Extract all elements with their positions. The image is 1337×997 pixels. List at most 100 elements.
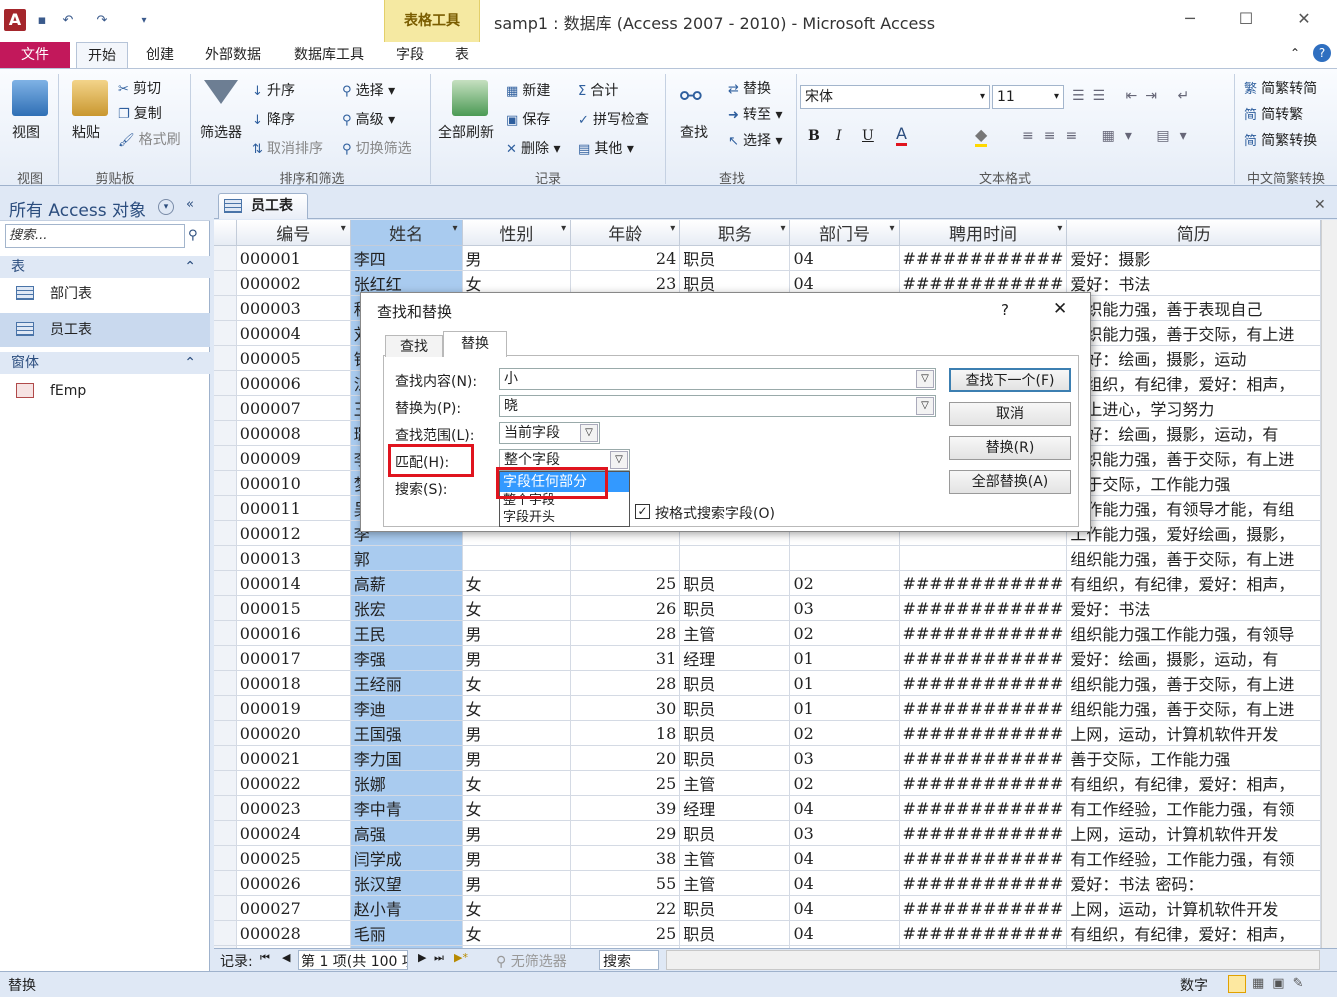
resume-cell[interactable]: 善于交际，工作能力强 bbox=[1066, 745, 1321, 771]
replace-button[interactable]: ⇄ 替换 bbox=[728, 78, 771, 98]
refresh-all-button[interactable]: 全部刷新 bbox=[438, 122, 494, 142]
gender-cell[interactable]: 女 bbox=[462, 770, 572, 796]
title-cell[interactable]: 经理 bbox=[679, 795, 791, 821]
hire-date-cell[interactable]: ############ bbox=[899, 770, 1068, 796]
record-selector[interactable] bbox=[214, 395, 237, 421]
resume-cell[interactable]: 组织能力强，善于交际，有上进 bbox=[1066, 545, 1321, 571]
record-selector[interactable] bbox=[214, 695, 237, 721]
age-cell[interactable]: 39 bbox=[570, 795, 681, 821]
table-row[interactable]: 000013 郭 组织能力强，善于交际，有上进 bbox=[214, 545, 1321, 571]
tab-external-data[interactable]: 外部数据 bbox=[192, 42, 274, 69]
hire-date-cell[interactable]: ############ bbox=[899, 920, 1068, 946]
id-cell[interactable]: 000002 bbox=[236, 270, 351, 296]
table-row[interactable]: 000028 毛丽女 25 职员 04 ############ 有组织，有纪律，爱好：相声… bbox=[214, 920, 1321, 946]
last-record-button[interactable]: ⏭ bbox=[434, 951, 444, 965]
resume-cell[interactable]: 爱好：书法 密码： bbox=[1066, 870, 1321, 896]
hire-date-cell[interactable]: ############ bbox=[899, 570, 1068, 596]
chevron-down-icon[interactable]: ▽ bbox=[916, 370, 934, 388]
resume-cell[interactable]: 爱好：绘画，摄影，运动，有 bbox=[1066, 645, 1321, 671]
record-selector[interactable] bbox=[214, 495, 237, 521]
hire-date-cell[interactable]: ############ bbox=[899, 745, 1068, 771]
resume-cell[interactable]: 有组织，有纪律，爱好：相声， bbox=[1066, 570, 1321, 596]
id-cell[interactable]: 000001 bbox=[236, 245, 351, 271]
id-cell[interactable]: 000003 bbox=[236, 295, 351, 321]
age-cell[interactable] bbox=[570, 545, 681, 571]
resume-cell[interactable]: 有组织，有纪律，爱好：相声， bbox=[1066, 770, 1321, 796]
record-selector[interactable] bbox=[214, 595, 237, 621]
title-cell[interactable]: 主管 bbox=[679, 770, 791, 796]
age-cell[interactable]: 20 bbox=[570, 745, 681, 771]
age-cell[interactable]: 55 bbox=[570, 870, 681, 896]
to-traditional-button[interactable]: 繁 简繁转简 bbox=[1244, 78, 1317, 98]
table-row[interactable]: 000019 李迪女 30 职员 01 ############ 组织能力强，善于交际，有上… bbox=[214, 695, 1321, 721]
format-painter-button[interactable]: 🖌 格式刷 bbox=[118, 129, 181, 149]
title-cell[interactable]: 职员 bbox=[679, 720, 791, 746]
hire-date-cell[interactable]: ############ bbox=[899, 845, 1068, 871]
next-record-button[interactable]: ▶ bbox=[418, 951, 426, 964]
id-cell[interactable]: 000021 bbox=[236, 745, 351, 771]
record-selector[interactable] bbox=[214, 620, 237, 646]
selection-button[interactable]: ⚲ 选择 ▾ bbox=[342, 80, 395, 100]
record-selector[interactable] bbox=[214, 795, 237, 821]
record-selector[interactable] bbox=[214, 770, 237, 796]
tab-home[interactable]: 开始 bbox=[76, 42, 128, 69]
list-format-icons[interactable]: ☰☰ ⇤⇥ ↵ bbox=[1072, 88, 1197, 104]
delete-record-button[interactable]: ✕ 删除 ▾ bbox=[506, 138, 561, 158]
gender-cell[interactable]: 女 bbox=[462, 920, 572, 946]
minimize-button[interactable]: ─ bbox=[1170, 6, 1210, 32]
redo-icon[interactable]: ↷ bbox=[92, 12, 112, 30]
no-filter-indicator[interactable]: ⚲ 无筛选器 bbox=[496, 951, 567, 971]
hire-date-cell[interactable]: ############ bbox=[899, 870, 1068, 896]
record-selector[interactable] bbox=[214, 645, 237, 671]
view-switch-icons[interactable]: ▦▣✎ bbox=[1252, 976, 1311, 991]
table-row[interactable]: 000021 李力国男 20 职员 03 ############ 善于交际，工作能力强 bbox=[214, 745, 1321, 771]
resume-cell[interactable]: 上网，运动，计算机软件开发 bbox=[1066, 820, 1321, 846]
record-selector[interactable] bbox=[214, 870, 237, 896]
resume-cell[interactable]: 组织能力强工作能力强，有领导 bbox=[1066, 620, 1321, 646]
help-icon[interactable]: ? bbox=[1313, 44, 1331, 62]
id-cell[interactable]: 000006 bbox=[236, 370, 351, 396]
filter-icon[interactable] bbox=[204, 80, 238, 104]
id-cell[interactable]: 000019 bbox=[236, 695, 351, 721]
id-cell[interactable]: 000005 bbox=[236, 345, 351, 371]
record-search-input[interactable]: 搜索 bbox=[599, 950, 659, 970]
record-selector[interactable] bbox=[214, 245, 237, 271]
resume-cell[interactable]: 有组织，有纪律，爱好：相声， bbox=[1066, 920, 1321, 946]
resume-cell[interactable]: 组织能力强，善于交际，有上进 bbox=[1066, 670, 1321, 696]
toggle-filter-button[interactable]: ⚲ 切换筛选 bbox=[342, 138, 412, 158]
id-cell[interactable]: 000010 bbox=[236, 470, 351, 496]
select-button[interactable]: ↖ 选择 ▾ bbox=[728, 130, 783, 150]
id-cell[interactable]: 000012 bbox=[236, 520, 351, 546]
save-icon[interactable]: ▪ bbox=[32, 12, 52, 30]
id-cell[interactable]: 000009 bbox=[236, 445, 351, 471]
title-cell[interactable]: 职员 bbox=[679, 670, 791, 696]
title-cell[interactable]: 职员 bbox=[679, 920, 791, 946]
find-what-combo[interactable]: 小 ▽ bbox=[499, 368, 936, 390]
resume-cell[interactable]: 爱好：摄影 bbox=[1066, 245, 1321, 271]
id-cell[interactable]: 000023 bbox=[236, 795, 351, 821]
look-in-combo[interactable]: 当前字段 ▽ bbox=[499, 422, 600, 444]
record-selector[interactable] bbox=[214, 370, 237, 396]
hire-date-cell[interactable]: ############ bbox=[899, 820, 1068, 846]
dialog-help-button[interactable]: ? bbox=[1001, 301, 1009, 319]
refresh-icon[interactable] bbox=[452, 80, 488, 116]
view-icon[interactable] bbox=[12, 80, 48, 116]
gender-cell[interactable]: 女 bbox=[462, 570, 572, 596]
copy-button[interactable]: ❐ 复制 bbox=[118, 103, 162, 123]
gender-cell[interactable]: 男 bbox=[462, 720, 572, 746]
age-cell[interactable]: 28 bbox=[570, 620, 681, 646]
chevron-down-icon[interactable]: ▽ bbox=[580, 424, 598, 442]
id-cell[interactable]: 000014 bbox=[236, 570, 351, 596]
id-cell[interactable]: 000020 bbox=[236, 720, 351, 746]
gender-cell[interactable]: 女 bbox=[462, 595, 572, 621]
record-selector[interactable] bbox=[214, 720, 237, 746]
sort-desc-button[interactable]: ↓ 降序 bbox=[252, 109, 295, 129]
view-button[interactable]: 视图 bbox=[12, 122, 40, 142]
table-row[interactable]: 000016 王民男 28 主管 02 ############ 组织能力强工作能力强，有领… bbox=[214, 620, 1321, 646]
underline-button[interactable]: U bbox=[862, 128, 874, 144]
age-cell[interactable]: 28 bbox=[570, 670, 681, 696]
totals-button[interactable]: Σ 合计 bbox=[578, 80, 618, 100]
age-cell[interactable]: 38 bbox=[570, 845, 681, 871]
id-cell[interactable]: 000017 bbox=[236, 645, 351, 671]
name-cell[interactable]: 李迪 bbox=[350, 695, 463, 721]
